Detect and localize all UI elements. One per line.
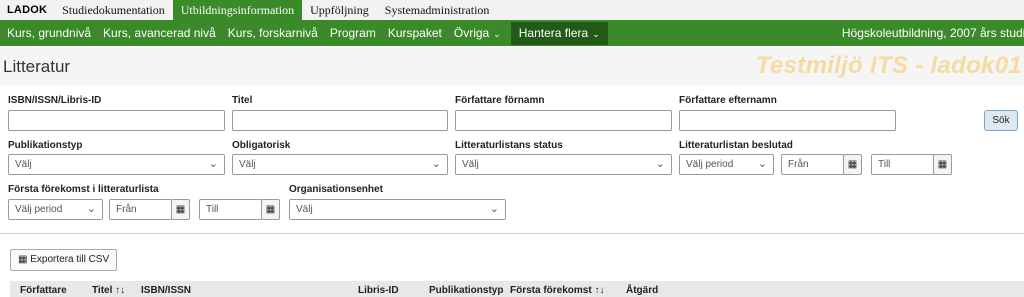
forsta-period-value: Välj period bbox=[15, 204, 63, 215]
chevron-down-icon: ⌄ bbox=[208, 158, 218, 170]
header-titel[interactable]: Titel ↑↓ bbox=[92, 285, 125, 296]
tab-studiedokumentation[interactable]: Studiedokumentation bbox=[54, 0, 173, 20]
obligatorisk-select[interactable]: Välj ⌄ bbox=[232, 154, 448, 175]
ladok-logo[interactable]: LADOK bbox=[0, 0, 54, 20]
status-value: Välj bbox=[462, 159, 479, 170]
obligatorisk-label: Obligatorisk bbox=[232, 140, 291, 151]
forsta-till-input[interactable]: Till bbox=[199, 199, 262, 220]
nav-kurs-forskarniva[interactable]: Kurs, forskarnivå bbox=[222, 20, 324, 46]
forsta-fran-input[interactable]: Från bbox=[109, 199, 172, 220]
table-icon: ▦ bbox=[18, 254, 28, 265]
publikationstyp-select[interactable]: Välj ⌄ bbox=[8, 154, 225, 175]
isbn-label: ISBN/ISSN/Libris-ID bbox=[8, 95, 102, 106]
chevron-down-icon: ⌄ bbox=[431, 158, 441, 170]
header-forsta-forekomst[interactable]: Första förekomst ↑↓ bbox=[510, 285, 604, 296]
header-isbn[interactable]: ISBN/ISSN bbox=[141, 285, 191, 296]
nav-program[interactable]: Program bbox=[324, 20, 382, 46]
nav-hantera-flera-label: Hantera flera bbox=[518, 25, 589, 40]
header-forsta-forekomst-label: Första förekomst bbox=[510, 285, 592, 296]
beslutad-fran-input[interactable]: Från bbox=[781, 154, 844, 175]
efternamn-label: Författare efternamn bbox=[679, 95, 777, 106]
title-row: Litteratur Testmiljö ITS - ladok01 bbox=[0, 47, 1024, 85]
nav-ovriga-label: Övriga bbox=[453, 25, 490, 40]
tab-systemadministration[interactable]: Systemadministration bbox=[377, 0, 498, 20]
nav-kurspaket[interactable]: Kurspaket bbox=[382, 20, 448, 46]
fornamn-label: Författare förnamn bbox=[455, 95, 545, 106]
org-value: Välj bbox=[296, 204, 313, 215]
titel-input[interactable] bbox=[232, 110, 448, 131]
nav-kurs-avancerad[interactable]: Kurs, avancerad nivå bbox=[97, 20, 222, 46]
top-bar: LADOK Studiedokumentation Utbildningsinf… bbox=[0, 0, 1024, 20]
education-context[interactable]: Högskoleutbildning, 2007 års studie bbox=[842, 20, 1024, 46]
chevron-down-icon: ⌄ bbox=[493, 28, 501, 39]
publikationstyp-label: Publikationstyp bbox=[8, 140, 83, 151]
beslutad-period-select[interactable]: Välj period ⌄ bbox=[679, 154, 774, 175]
publikationstyp-value: Välj bbox=[15, 159, 32, 170]
calendar-icon[interactable]: ▦ bbox=[843, 154, 862, 175]
chevron-down-icon: ⌄ bbox=[86, 203, 96, 215]
sort-icon[interactable]: ↑↓ bbox=[594, 285, 604, 296]
beslutad-period-value: Välj period bbox=[686, 159, 734, 170]
header-libris-id[interactable]: Libris-ID bbox=[358, 285, 399, 296]
header-atgard: Åtgärd bbox=[626, 285, 659, 296]
status-label: Litteraturlistans status bbox=[455, 140, 563, 151]
header-titel-label: Titel bbox=[92, 285, 113, 296]
tab-uppfoljning[interactable]: Uppföljning bbox=[302, 0, 377, 20]
main-nav: Kurs, grundnivå Kurs, avancerad nivå Kur… bbox=[0, 20, 1024, 46]
header-publikationstyp[interactable]: Publikationstyp bbox=[429, 285, 503, 296]
forsta-forekomst-label: Första förekomst i litteraturlista bbox=[8, 184, 159, 195]
calendar-icon[interactable]: ▦ bbox=[261, 199, 280, 220]
nav-ovriga[interactable]: Övriga ⌄ bbox=[448, 20, 507, 47]
sort-icon[interactable]: ↑↓ bbox=[115, 285, 125, 296]
divider bbox=[0, 233, 1024, 234]
isbn-input[interactable] bbox=[8, 110, 225, 131]
chevron-down-icon: ⌄ bbox=[489, 203, 499, 215]
search-button[interactable]: Sök bbox=[984, 110, 1018, 131]
calendar-icon[interactable]: ▦ bbox=[933, 154, 952, 175]
table-header: Författare Titel ↑↓ ISBN/ISSN Libris-ID … bbox=[10, 281, 1024, 297]
nav-kurs-grundniva[interactable]: Kurs, grundnivå bbox=[1, 20, 97, 46]
tab-utbildningsinformation[interactable]: Utbildningsinformation bbox=[172, 0, 303, 20]
beslutad-label: Litteraturlistan beslutad bbox=[679, 140, 793, 151]
chevron-down-icon: ⌄ bbox=[592, 28, 600, 39]
chevron-down-icon: ⌄ bbox=[757, 158, 767, 170]
beslutad-till-input[interactable]: Till bbox=[871, 154, 934, 175]
chevron-down-icon: ⌄ bbox=[655, 158, 665, 170]
calendar-icon[interactable]: ▦ bbox=[171, 199, 190, 220]
org-label: Organisationsenhet bbox=[289, 184, 383, 195]
status-select[interactable]: Välj ⌄ bbox=[455, 154, 672, 175]
titel-label: Titel bbox=[232, 95, 253, 106]
forsta-period-select[interactable]: Välj period ⌄ bbox=[8, 199, 103, 220]
nav-hantera-flera[interactable]: Hantera flera ⌄ bbox=[510, 21, 608, 45]
page-title: Litteratur bbox=[3, 57, 71, 76]
export-csv-label: Exportera till CSV bbox=[30, 254, 110, 265]
environment-banner: Testmiljö ITS - ladok01 bbox=[755, 52, 1022, 79]
obligatorisk-value: Välj bbox=[239, 159, 256, 170]
fornamn-input[interactable] bbox=[455, 110, 672, 131]
header-forfattare[interactable]: Författare bbox=[20, 285, 67, 296]
efternamn-input[interactable] bbox=[679, 110, 896, 131]
org-select[interactable]: Välj ⌄ bbox=[289, 199, 506, 220]
export-csv-button[interactable]: ▦ Exportera till CSV bbox=[10, 249, 118, 271]
